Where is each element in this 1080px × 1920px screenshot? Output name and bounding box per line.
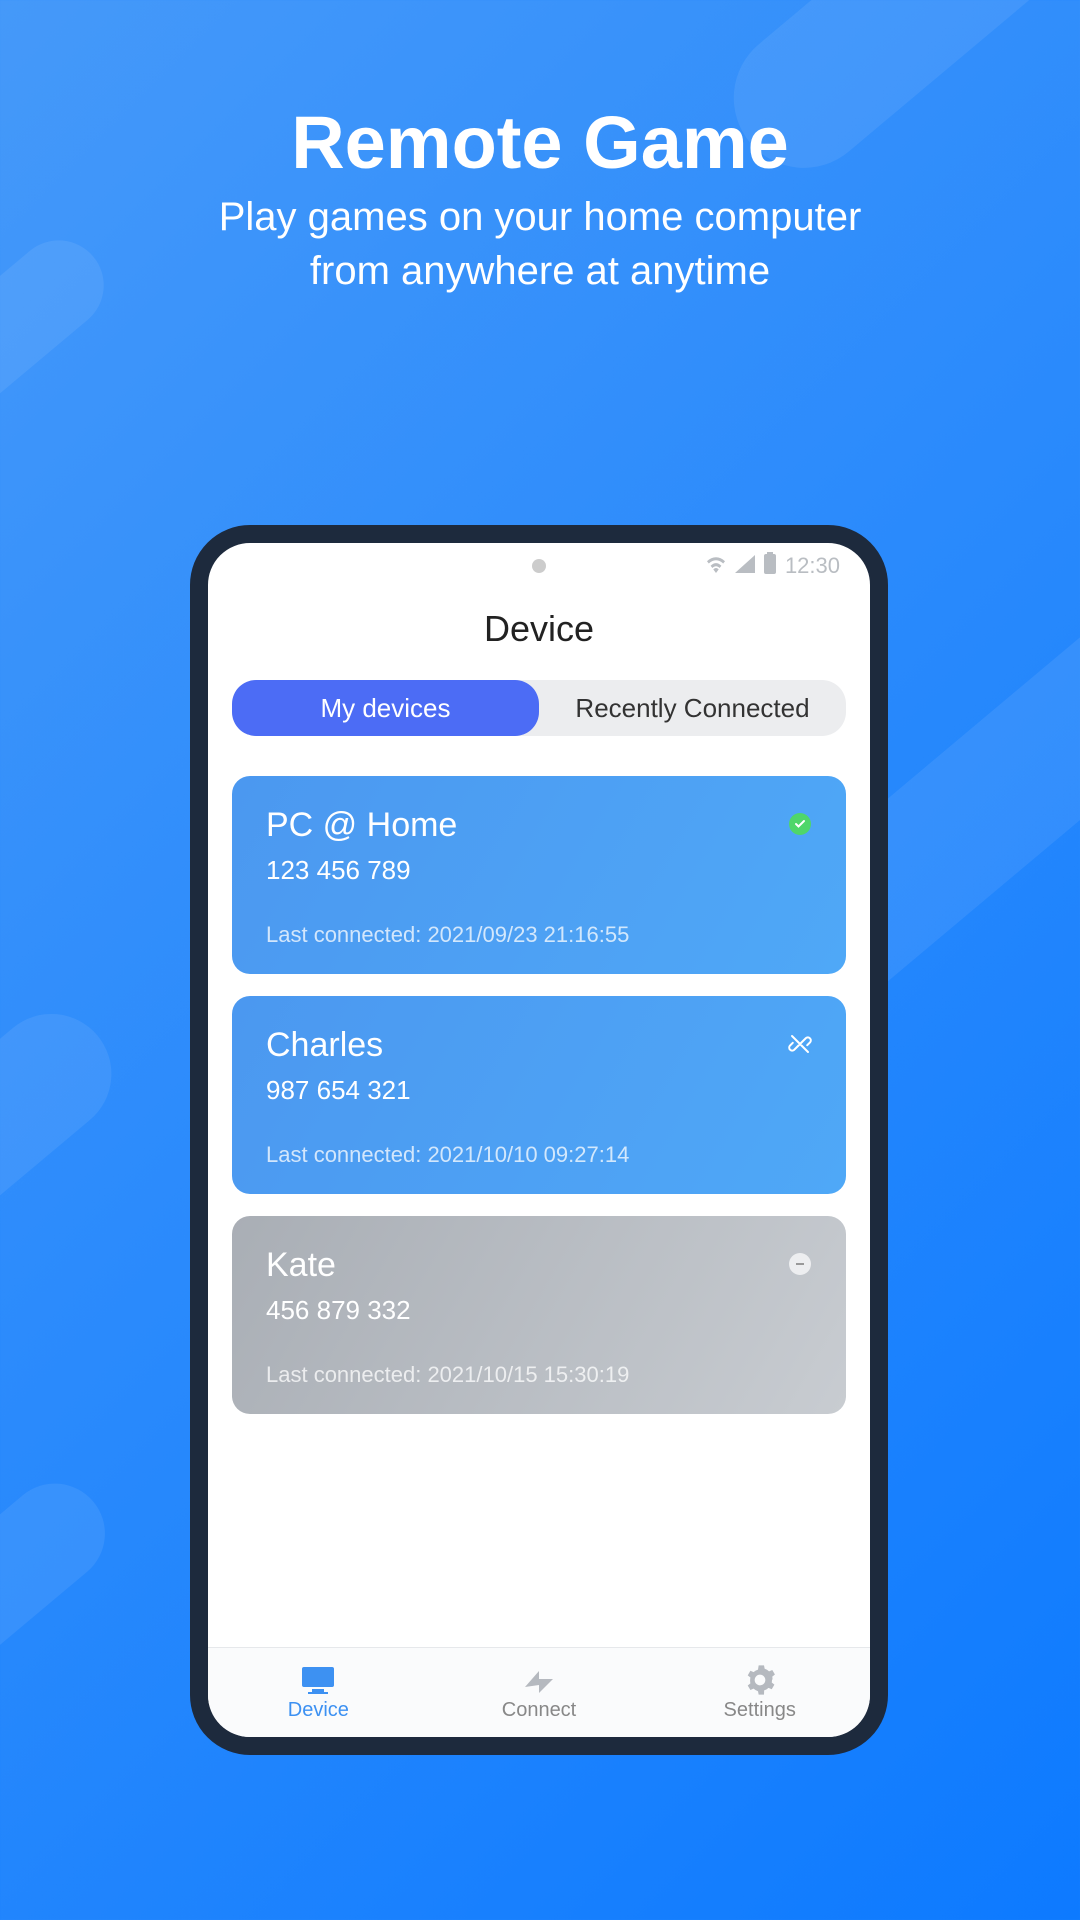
bottom-nav: Device Connect Settings (208, 1647, 870, 1737)
hero-subtitle: Play games on your home computer from an… (0, 190, 1080, 298)
decorative-bar (0, 1463, 125, 1797)
status-bar: 12:30 (208, 543, 870, 588)
tab-recently-connected[interactable]: Recently Connected (539, 680, 846, 736)
nav-label: Connect (502, 1699, 577, 1722)
wifi-icon (705, 553, 727, 579)
page-title: Device (208, 588, 870, 680)
status-online-icon (788, 812, 812, 836)
gear-icon (744, 1663, 776, 1697)
connect-icon (521, 1663, 557, 1697)
device-card[interactable]: Charles 987 654 321 Last connected: 2021… (232, 996, 846, 1194)
status-time: 12:30 (785, 553, 840, 579)
hero-title: Remote Game (0, 100, 1080, 185)
cell-signal-icon (735, 553, 755, 579)
nav-label: Settings (724, 1699, 796, 1722)
nav-device[interactable]: Device (208, 1648, 429, 1737)
device-last-connected: Last connected: 2021/10/10 09:27:14 (266, 1142, 812, 1168)
device-name: Kate (266, 1246, 812, 1285)
device-id: 123 456 789 (266, 855, 812, 886)
nav-label: Device (288, 1699, 349, 1722)
monitor-icon (300, 1663, 336, 1697)
camera-dot (532, 559, 546, 573)
nav-connect[interactable]: Connect (429, 1648, 650, 1737)
status-link-broken-icon (788, 1032, 812, 1056)
device-card[interactable]: PC @ Home 123 456 789 Last connected: 20… (232, 776, 846, 974)
status-icons: 12:30 (705, 552, 840, 580)
tab-my-devices[interactable]: My devices (232, 680, 539, 736)
hero-subtitle-line2: from anywhere at anytime (310, 249, 770, 293)
device-card[interactable]: Kate 456 879 332 Last connected: 2021/10… (232, 1216, 846, 1414)
device-list: PC @ Home 123 456 789 Last connected: 20… (208, 736, 870, 1414)
device-name: Charles (266, 1026, 812, 1065)
battery-icon (763, 552, 777, 580)
segmented-control: My devices Recently Connected (232, 680, 846, 736)
device-last-connected: Last connected: 2021/09/23 21:16:55 (266, 922, 812, 948)
phone-frame: 12:30 Device My devices Recently Connect… (190, 525, 888, 1755)
device-last-connected: Last connected: 2021/10/15 15:30:19 (266, 1362, 812, 1388)
nav-settings[interactable]: Settings (649, 1648, 870, 1737)
device-name: PC @ Home (266, 806, 812, 845)
status-offline-icon (788, 1252, 812, 1276)
device-id: 987 654 321 (266, 1075, 812, 1106)
decorative-bar (0, 989, 136, 1370)
device-id: 456 879 332 (266, 1295, 812, 1326)
hero-subtitle-line1: Play games on your home computer (219, 195, 862, 239)
